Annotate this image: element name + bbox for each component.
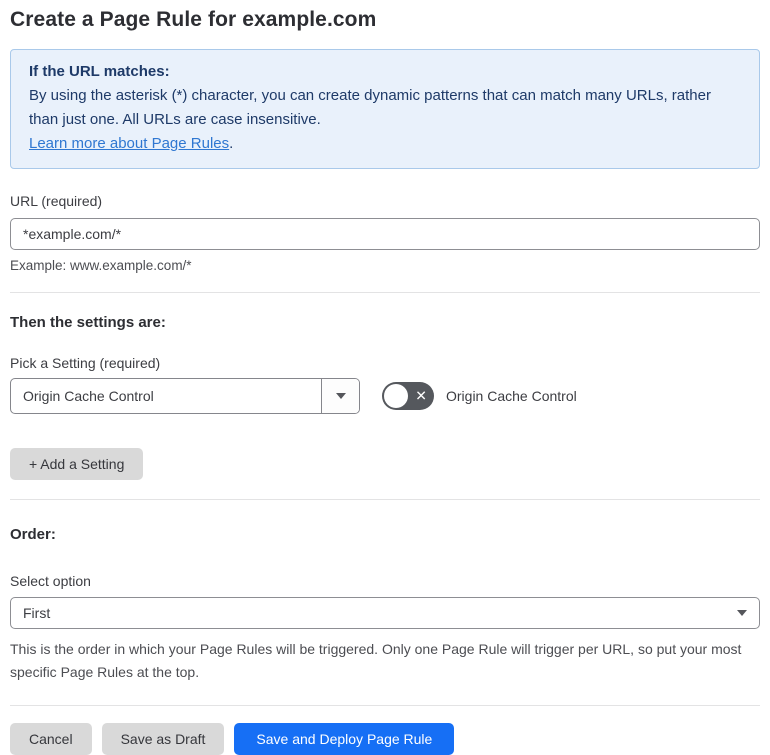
origin-cache-control-toggle[interactable]: ✕ [382, 382, 434, 410]
settings-section-heading: Then the settings are: [10, 314, 166, 331]
create-page-rule-form: Create a Page Rule for example.com If th… [0, 0, 770, 755]
url-match-info-box: If the URL matches: By using the asteris… [10, 49, 760, 169]
learn-more-link[interactable]: Learn more about Page Rules [29, 135, 229, 152]
setting-select[interactable]: Origin Cache Control [10, 378, 360, 414]
chevron-down-icon [737, 610, 747, 616]
divider [10, 705, 760, 706]
info-box-link-row: Learn more about Page Rules. [29, 132, 741, 156]
setting-select-value: Origin Cache Control [23, 388, 154, 404]
chevron-down-icon [335, 393, 346, 399]
url-input[interactable] [10, 218, 760, 250]
add-setting-button[interactable]: + Add a Setting [10, 448, 144, 480]
setting-row: Origin Cache Control ✕ Origin Cache Cont… [10, 378, 760, 414]
toggle-label: Origin Cache Control [446, 388, 577, 404]
divider [10, 292, 760, 293]
order-section-heading: Order: [10, 526, 56, 543]
page-title: Create a Page Rule for example.com [10, 8, 377, 31]
footer-actions: Cancel Save as Draft Save and Deploy Pag… [10, 723, 760, 755]
url-example-helper: Example: www.example.com/* [10, 258, 192, 273]
info-box-body: By using the asterisk (*) character, you… [29, 87, 711, 128]
link-period: . [229, 135, 234, 152]
save-as-draft-button[interactable]: Save as Draft [101, 723, 225, 755]
toggle-knob [384, 384, 408, 408]
url-field-label: URL (required) [10, 193, 103, 209]
toggle-off-x-icon: ✕ [415, 387, 427, 404]
order-select[interactable]: First [10, 597, 760, 629]
order-helper-text: This is the order in which your Page Rul… [10, 641, 742, 680]
pick-setting-label: Pick a Setting (required) [10, 355, 161, 371]
order-select-label: Select option [10, 573, 91, 589]
setting-select-arrow-button[interactable] [321, 379, 359, 413]
divider [10, 499, 760, 500]
info-box-heading: If the URL matches: [29, 63, 170, 80]
save-and-deploy-button[interactable]: Save and Deploy Page Rule [234, 723, 455, 755]
cancel-button[interactable]: Cancel [10, 723, 92, 755]
order-select-value: First [23, 605, 51, 621]
